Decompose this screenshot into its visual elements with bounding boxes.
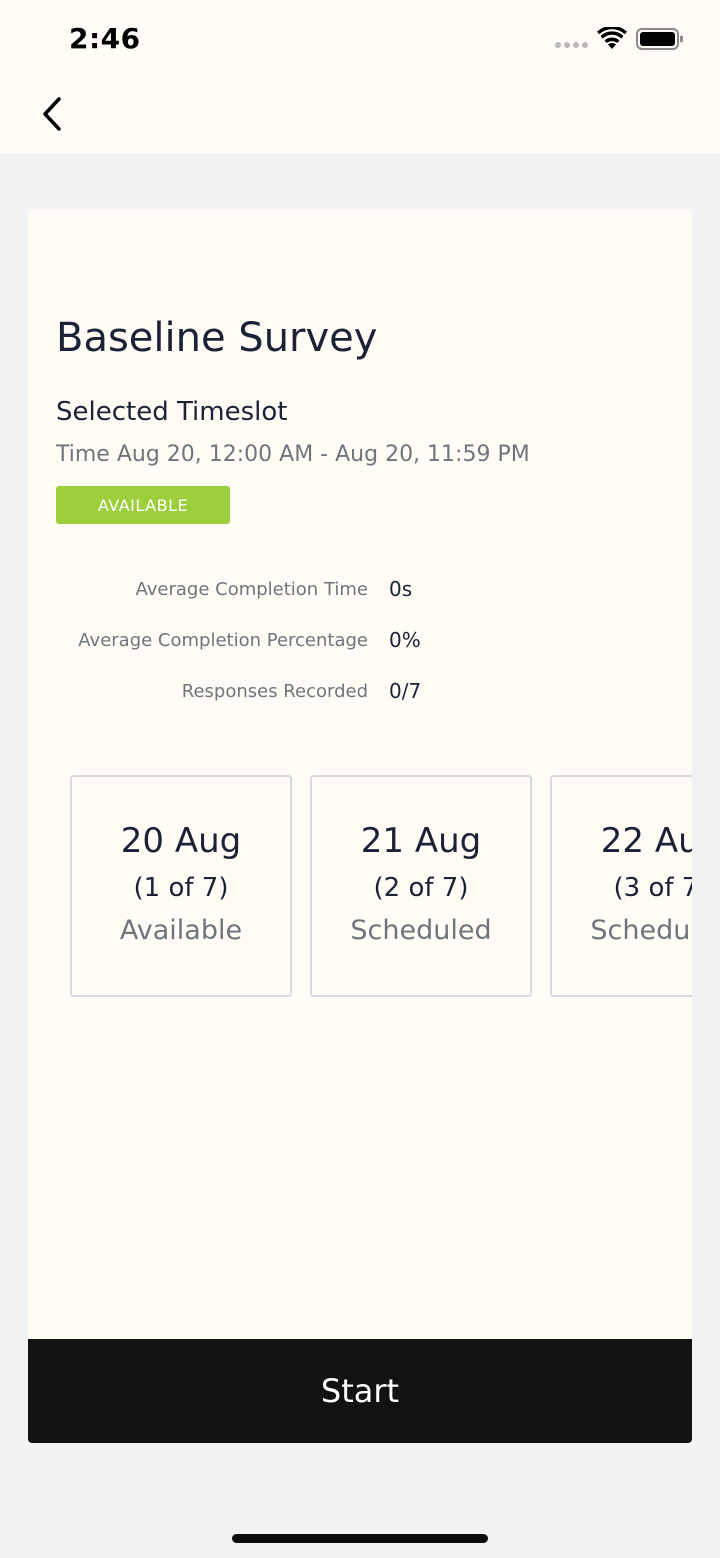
timeslot-card[interactable]: 21 Aug (2 of 7) Scheduled (310, 775, 532, 997)
survey-title: Baseline Survey (56, 315, 378, 361)
survey-card: Baseline Survey Selected Timeslot Time A… (28, 209, 692, 1389)
timeslot-index: (1 of 7) (133, 873, 229, 903)
stat-label: Responses Recorded (181, 681, 368, 702)
top-bar: 2:46 (0, 0, 720, 153)
timeslot-date: 22 Aug (600, 821, 692, 861)
stat-value: 0/7 (389, 679, 422, 703)
stat-label: Average Completion Time (135, 579, 368, 600)
stat-value: 0s (389, 577, 413, 601)
selected-timeslot-value: Time Aug 20, 12:00 AM - Aug 20, 11:59 PM (56, 442, 530, 467)
home-indicator (232, 1534, 488, 1543)
timeslot-carousel[interactable]: 20 Aug (1 of 7) Available 21 Aug (2 of 7… (70, 775, 692, 997)
screen: 2:46 Baseline Survey Selected Timeslot T… (0, 0, 720, 1558)
signal-icon (555, 42, 589, 50)
stat-value: 0% (389, 628, 421, 652)
timeslot-date: 20 Aug (120, 821, 242, 861)
timeslot-state: Scheduled (350, 915, 492, 946)
start-button[interactable]: Start (28, 1339, 692, 1443)
status-badge: AVAILABLE (56, 486, 230, 524)
stat-row-completion-time: Average Completion Time 0s (28, 575, 692, 605)
back-button[interactable] (28, 90, 76, 138)
stat-row-responses-recorded: Responses Recorded 0/7 (28, 677, 692, 707)
timeslot-date: 21 Aug (360, 821, 482, 861)
chevron-left-icon (43, 97, 61, 131)
status-time: 2:46 (69, 22, 141, 55)
battery-icon (636, 28, 683, 50)
stat-label: Average Completion Percentage (78, 630, 368, 651)
wifi-icon (597, 27, 627, 49)
timeslot-state: Available (119, 915, 243, 946)
selected-timeslot-label: Selected Timeslot (56, 397, 288, 427)
timeslot-index: (3 of 7) (613, 873, 692, 903)
timeslot-card[interactable]: 20 Aug (1 of 7) Available (70, 775, 292, 997)
timeslot-state: Scheduled (590, 915, 692, 946)
timeslot-index: (2 of 7) (373, 873, 469, 903)
timeslot-card[interactable]: 22 Aug (3 of 7) Scheduled (550, 775, 692, 997)
stat-row-completion-percentage: Average Completion Percentage 0% (28, 626, 692, 656)
